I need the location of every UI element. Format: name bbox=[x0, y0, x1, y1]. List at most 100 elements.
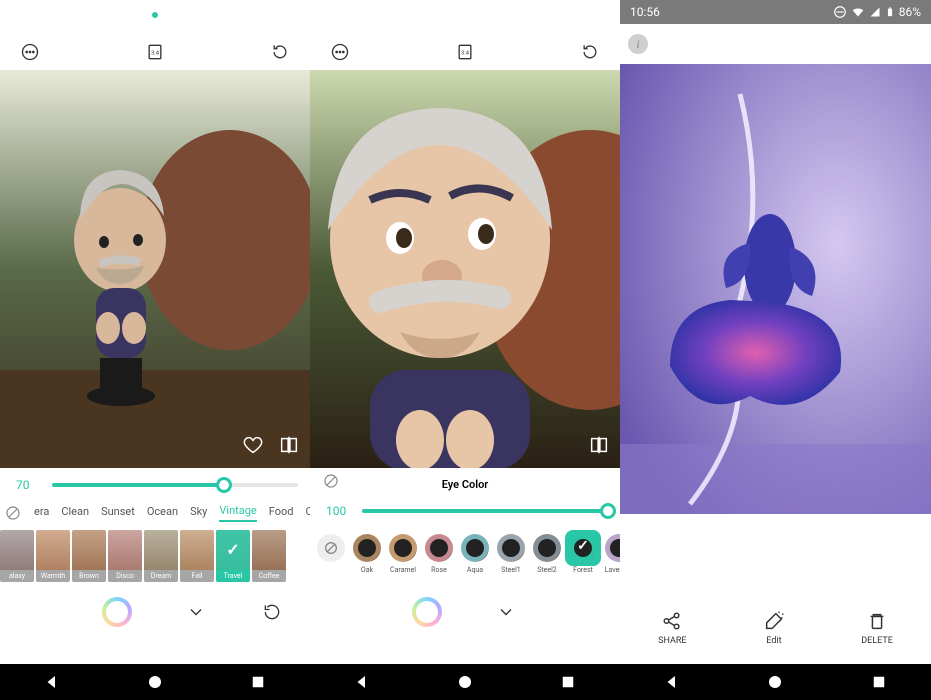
compare-icon[interactable] bbox=[278, 434, 300, 460]
nav-home-icon[interactable] bbox=[456, 673, 474, 691]
slider-value: 70 bbox=[16, 478, 44, 492]
nav-recent-icon[interactable] bbox=[870, 673, 888, 691]
color-wheel-icon[interactable] bbox=[102, 597, 132, 627]
status-time: 10:56 bbox=[630, 5, 660, 19]
viewer-actions-bar: SHARE Edit DELETE bbox=[620, 592, 931, 664]
filter-coffee[interactable]: Coffee bbox=[252, 530, 286, 582]
more-options-icon[interactable] bbox=[328, 40, 352, 64]
svg-text:3:4: 3:4 bbox=[461, 51, 470, 57]
compare-icon[interactable] bbox=[588, 434, 610, 460]
bottom-tool-row bbox=[0, 590, 310, 634]
color-wheel-icon[interactable] bbox=[412, 597, 442, 627]
status-spacer bbox=[0, 0, 310, 34]
delete-button[interactable]: DELETE bbox=[861, 610, 893, 646]
editor-pane-eyecolor: 3:4 Eye Color bbox=[310, 0, 620, 700]
share-label: SHARE bbox=[658, 636, 686, 646]
reset-effect-icon[interactable] bbox=[322, 472, 340, 490]
category-tab-vintage[interactable]: Vintage bbox=[219, 504, 256, 522]
intensity-slider[interactable] bbox=[52, 483, 298, 487]
refresh-icon[interactable] bbox=[260, 600, 284, 624]
editor-pane-filter: 3:4 70 bbox=[0, 0, 310, 700]
aspect-ratio-icon[interactable]: 3:4 bbox=[453, 40, 477, 64]
wifi-icon bbox=[851, 5, 865, 19]
dnd-icon bbox=[833, 5, 847, 19]
lens-lavender[interactable]: Lavender bbox=[602, 530, 620, 582]
category-tab-food[interactable]: Food bbox=[269, 505, 294, 521]
status-battery-percent: 86% bbox=[899, 5, 921, 19]
favorite-icon[interactable] bbox=[242, 434, 264, 460]
android-nav-bar bbox=[0, 664, 310, 700]
lens-oak[interactable]: Oak bbox=[350, 530, 384, 582]
edit-label: Edit bbox=[766, 636, 781, 646]
filter-brown[interactable]: Brown bbox=[72, 530, 106, 582]
preview-photo[interactable] bbox=[310, 70, 620, 468]
lens-rose[interactable]: Rose bbox=[422, 530, 456, 582]
photo-overlay-controls bbox=[242, 434, 300, 460]
rotate-icon[interactable] bbox=[268, 40, 292, 64]
lens-swatch-strip[interactable]: OakCaramelRoseAquaSteel1Steel2ForestLave… bbox=[310, 526, 620, 590]
android-nav-bar bbox=[620, 664, 931, 700]
category-tab-era[interactable]: era bbox=[34, 505, 49, 521]
lens-none[interactable] bbox=[314, 530, 348, 582]
reset-filter-icon[interactable] bbox=[4, 504, 22, 522]
recording-indicator-icon bbox=[152, 12, 158, 18]
nav-back-icon[interactable] bbox=[43, 673, 61, 691]
filter-travel[interactable]: Travel bbox=[216, 530, 250, 582]
nav-recent-icon[interactable] bbox=[559, 673, 577, 691]
android-status-bar: 10:56 86% bbox=[620, 0, 931, 24]
lens-steel1[interactable]: Steel1 bbox=[494, 530, 528, 582]
nav-home-icon[interactable] bbox=[766, 673, 784, 691]
filter-fall[interactable]: Fall bbox=[180, 530, 214, 582]
filter-warmth[interactable]: Warmth bbox=[36, 530, 70, 582]
android-nav-bar bbox=[310, 664, 620, 700]
filter-dream[interactable]: Dream bbox=[144, 530, 178, 582]
rotate-icon[interactable] bbox=[578, 40, 602, 64]
lens-steel2[interactable]: Steel2 bbox=[530, 530, 564, 582]
collapse-icon[interactable] bbox=[184, 600, 208, 624]
betta-fish-photo bbox=[620, 64, 931, 514]
battery-icon bbox=[885, 5, 895, 19]
info-icon[interactable]: i bbox=[628, 34, 648, 54]
nav-back-icon[interactable] bbox=[663, 673, 681, 691]
lens-forest[interactable]: Forest bbox=[566, 530, 600, 582]
filter-disco[interactable]: Disco bbox=[108, 530, 142, 582]
filter-alaxy[interactable]: alaxy bbox=[0, 530, 34, 582]
collapse-icon[interactable] bbox=[494, 600, 518, 624]
edit-icon bbox=[763, 610, 785, 632]
bottom-tool-row bbox=[310, 590, 620, 634]
signal-icon bbox=[869, 6, 881, 18]
preview-photo[interactable] bbox=[0, 70, 310, 468]
aspect-ratio-icon[interactable]: 3:4 bbox=[143, 40, 167, 64]
photo-overlay-controls bbox=[588, 434, 610, 460]
viewer-photo[interactable] bbox=[620, 64, 931, 514]
viewer-top-bar: i bbox=[620, 24, 931, 64]
filter-category-tabs: eraCleanSunsetOceanSkyVintageFoodColor bbox=[0, 500, 310, 526]
more-options-icon[interactable] bbox=[18, 40, 42, 64]
category-tab-ocean[interactable]: Ocean bbox=[147, 505, 178, 521]
category-tab-clean[interactable]: Clean bbox=[61, 505, 89, 521]
nav-home-icon[interactable] bbox=[146, 673, 164, 691]
trash-icon bbox=[866, 610, 888, 632]
lens-caramel[interactable]: Caramel bbox=[386, 530, 420, 582]
section-header-row: Eye Color bbox=[310, 468, 620, 494]
lens-aqua[interactable]: Aqua bbox=[458, 530, 492, 582]
gallery-viewer-pane: 10:56 86% i bbox=[620, 0, 931, 700]
category-tab-sky[interactable]: Sky bbox=[190, 505, 207, 521]
svg-text:3:4: 3:4 bbox=[151, 51, 160, 57]
section-title: Eye Color bbox=[340, 472, 590, 491]
intensity-slider-row: 70 bbox=[0, 468, 310, 500]
nav-recent-icon[interactable] bbox=[249, 673, 267, 691]
figurine-photo-filtered bbox=[0, 70, 310, 468]
intensity-slider-row: 100 bbox=[310, 494, 620, 526]
delete-label: DELETE bbox=[861, 636, 893, 646]
nav-back-icon[interactable] bbox=[353, 673, 371, 691]
edit-button[interactable]: Edit bbox=[763, 610, 785, 646]
share-icon bbox=[661, 610, 683, 632]
status-spacer bbox=[310, 0, 620, 34]
filter-thumbnails-strip[interactable]: alaxyWarmthBrownDiscoDreamFallTravelCoff… bbox=[0, 526, 310, 590]
intensity-slider[interactable] bbox=[362, 509, 608, 513]
figurine-photo-closeup bbox=[310, 70, 620, 468]
category-tab-sunset[interactable]: Sunset bbox=[101, 505, 135, 521]
top-toolbar: 3:4 bbox=[0, 34, 310, 70]
share-button[interactable]: SHARE bbox=[658, 610, 686, 646]
